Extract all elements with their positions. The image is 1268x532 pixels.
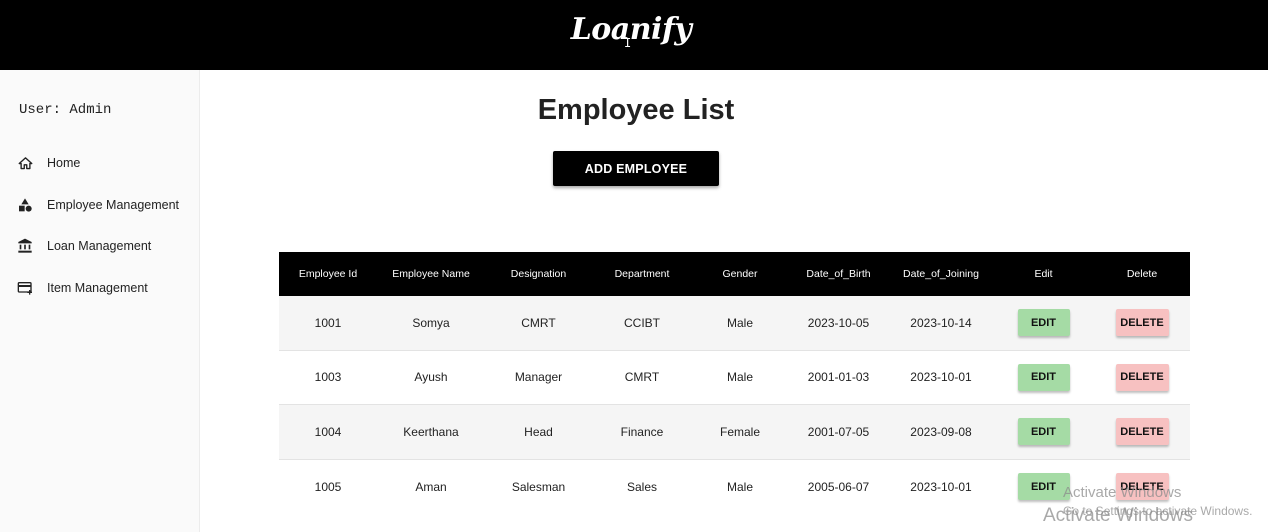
page-title-text: Employee List xyxy=(537,94,735,126)
edit-button[interactable]: EDIT xyxy=(1017,418,1070,446)
cell-date-of-birth: 2001-07-05 xyxy=(807,424,870,439)
bank-icon xyxy=(17,238,33,254)
cell-employee-id: 1001 xyxy=(314,315,342,330)
cell-designation: Salesman xyxy=(511,479,566,494)
edit-button[interactable]: EDIT xyxy=(1017,473,1070,501)
sidebar-item-label: Item Management xyxy=(47,281,148,295)
add-employee-button[interactable]: ADD EMPLOYEE xyxy=(553,151,719,186)
column-header: Employee Id xyxy=(298,268,358,280)
column-header: Date_of_Joining xyxy=(903,268,979,280)
cell-employee-id: 1004 xyxy=(314,424,342,439)
sidebar-item-employee-management[interactable]: Employee Management xyxy=(0,185,200,225)
column-header: Date_of_Birth xyxy=(806,268,871,280)
cell-delete: DELETE xyxy=(1094,296,1190,350)
column-header: Edit xyxy=(1034,268,1053,280)
cell-gender: Male xyxy=(726,479,753,494)
cell-gender: Female xyxy=(719,424,760,439)
column-header: Designation xyxy=(510,268,567,280)
sidebar-item-home[interactable]: Home xyxy=(0,143,200,183)
delete-button[interactable]: DELETE xyxy=(1115,418,1169,446)
cell-employee-name: Aman xyxy=(415,479,447,494)
cell-designation: Manager xyxy=(514,370,563,385)
table-row: 1003 Ayush Manager CMRT Male 2001-01-03 … xyxy=(279,351,1190,405)
page-title: Employee List xyxy=(200,94,1072,127)
cell-gender: Male xyxy=(726,370,753,385)
table-header: Employee Id Employee Name Designation De… xyxy=(279,252,1190,296)
edit-button[interactable]: EDIT xyxy=(1017,309,1070,337)
cell-date-of-joining: 2023-09-08 xyxy=(910,424,972,439)
app-header: Loanify xyxy=(0,0,1268,70)
activation-watermark-title: Activate Windows xyxy=(1063,484,1182,501)
edit-button[interactable]: EDIT xyxy=(1017,363,1070,391)
text-cursor-icon: I xyxy=(624,36,632,50)
cell-edit: EDIT xyxy=(993,405,1094,459)
cell-employee-name: Keerthana xyxy=(403,424,459,439)
cell-edit: EDIT xyxy=(993,351,1094,405)
sidebar-item-label: Employee Management xyxy=(47,198,180,212)
card-add-icon xyxy=(17,280,33,296)
sidebar-item-loan-management[interactable]: Loan Management xyxy=(0,226,200,266)
delete-button[interactable]: DELETE xyxy=(1115,363,1169,391)
cell-date-of-joining: 2023-10-01 xyxy=(910,479,972,494)
cell-delete: DELETE xyxy=(1094,351,1190,405)
cell-employee-id: 1005 xyxy=(314,479,342,494)
cell-gender: Male xyxy=(726,315,753,330)
cell-department: Finance xyxy=(620,424,664,439)
cell-department: CMRT xyxy=(624,370,660,385)
cell-designation: CMRT xyxy=(521,315,556,330)
employee-table: Employee Id Employee Name Designation De… xyxy=(279,252,1190,514)
column-header: Gender xyxy=(722,268,758,280)
cell-date-of-joining: 2023-10-14 xyxy=(910,315,972,330)
activation-watermark-title-large: Activate Windows xyxy=(1043,505,1193,526)
table-row: 1001 Somya CMRT CCIBT Male 2023-10-05 20… xyxy=(279,296,1190,351)
cell-date-of-birth: 2001-01-03 xyxy=(807,370,870,385)
delete-button[interactable]: DELETE xyxy=(1115,309,1169,337)
cell-department: Sales xyxy=(626,479,658,494)
cell-date-of-birth: 2023-10-05 xyxy=(807,315,870,330)
column-header: Delete xyxy=(1126,268,1158,280)
sidebar: User: Admin Home Employee Management Loa… xyxy=(0,70,200,532)
cell-edit: EDIT xyxy=(993,296,1094,350)
sidebar-item-label: Home xyxy=(47,156,81,170)
cell-employee-name: Somya xyxy=(412,315,450,330)
user-label: User: Admin xyxy=(19,102,112,118)
cell-department: CCIBT xyxy=(624,315,660,330)
cell-employee-id: 1003 xyxy=(314,370,342,385)
table-row: 1004 Keerthana Head Finance Female 2001-… xyxy=(279,405,1190,460)
cell-date-of-birth: 2005-06-07 xyxy=(807,479,870,494)
sidebar-item-label: Loan Management xyxy=(47,239,152,253)
cell-delete: DELETE xyxy=(1094,405,1190,459)
cell-designation: Head xyxy=(524,424,553,439)
column-header: Department xyxy=(614,268,670,280)
cell-employee-name: Ayush xyxy=(414,370,448,385)
home-icon xyxy=(17,155,33,171)
category-icon xyxy=(17,197,33,213)
sidebar-item-item-management[interactable]: Item Management xyxy=(0,268,200,308)
cell-date-of-joining: 2023-10-01 xyxy=(910,370,972,385)
column-header: Employee Name xyxy=(392,268,470,280)
